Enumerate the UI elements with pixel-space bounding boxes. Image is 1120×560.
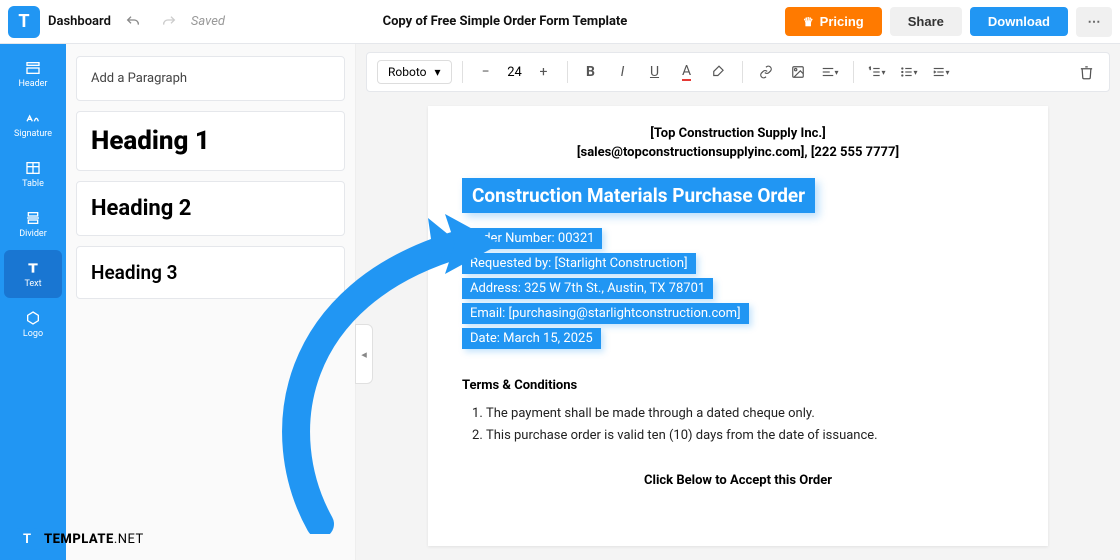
- doc-field: Order Number: 00321: [462, 228, 602, 249]
- svg-text:1: 1: [869, 67, 871, 71]
- logo-icon: [24, 309, 42, 327]
- redo-icon[interactable]: [155, 8, 183, 36]
- doc-contact: [sales@topconstructionsupplyinc.com], [2…: [462, 145, 1014, 160]
- more-button[interactable]: ⋯: [1076, 7, 1112, 37]
- highlight-button[interactable]: [706, 59, 732, 85]
- chevron-down-icon: ▾: [434, 65, 440, 79]
- doc-field: Address: 325 W 7th St., Austin, TX 78701: [462, 278, 713, 299]
- ordered-list-button[interactable]: 1▾: [864, 59, 890, 85]
- more-icon: ⋯: [1088, 14, 1101, 30]
- terms-list: The payment shall be made through a date…: [462, 403, 1014, 447]
- add-paragraph-button[interactable]: Add a Paragraph: [76, 56, 345, 101]
- align-button[interactable]: ▾: [817, 59, 843, 85]
- document-canvas[interactable]: [Top Construction Supply Inc.] [sales@to…: [428, 106, 1048, 546]
- font-size[interactable]: 24: [505, 65, 525, 80]
- sidebar-item-header[interactable]: Header: [4, 50, 62, 98]
- separator: [462, 61, 463, 83]
- sidebar-item-logo[interactable]: Logo: [4, 300, 62, 348]
- decrease-font-button[interactable]: −: [473, 59, 499, 85]
- crown-icon: ♛: [803, 15, 814, 29]
- link-button[interactable]: [753, 59, 779, 85]
- sidebar-label: Text: [24, 279, 41, 289]
- text-color-button[interactable]: A: [674, 59, 700, 85]
- doc-title-highlight: Construction Materials Purchase Order: [462, 178, 815, 213]
- accept-text: Click Below to Accept this Order: [462, 473, 1014, 488]
- sidebar-label: Divider: [19, 229, 47, 239]
- share-button[interactable]: Share: [890, 7, 962, 36]
- app-logo[interactable]: T: [8, 6, 40, 38]
- sidebar-item-signature[interactable]: Signature: [4, 100, 62, 148]
- image-button[interactable]: [785, 59, 811, 85]
- sidebar: Header Signature Table Divider Text Logo: [0, 44, 66, 560]
- download-button[interactable]: Download: [970, 7, 1068, 36]
- increase-font-button[interactable]: +: [531, 59, 557, 85]
- term-item: This purchase order is valid ten (10) da…: [486, 425, 1014, 447]
- chevron-left-icon: ◂: [361, 348, 367, 361]
- doc-fields-block: Order Number: 00321 Requested by: [Starl…: [462, 227, 1014, 352]
- document-title: Copy of Free Simple Order Form Template: [233, 14, 777, 29]
- sidebar-item-table[interactable]: Table: [4, 150, 62, 198]
- table-icon: [24, 159, 42, 177]
- undo-icon[interactable]: [119, 8, 147, 36]
- signature-icon: [24, 109, 42, 127]
- collapse-panel-button[interactable]: ◂: [355, 324, 373, 384]
- heading-1-button[interactable]: Heading 1: [76, 111, 345, 171]
- font-family-select[interactable]: Roboto ▾: [377, 60, 452, 84]
- separator: [567, 61, 568, 83]
- term-item: The payment shall be made through a date…: [486, 403, 1014, 425]
- dashboard-link[interactable]: Dashboard: [48, 14, 111, 29]
- font-name: Roboto: [388, 65, 426, 79]
- topbar: T Dashboard Saved Copy of Free Simple Or…: [0, 0, 1120, 44]
- underline-button[interactable]: U: [642, 59, 668, 85]
- heading-2-button[interactable]: Heading 2: [76, 181, 345, 236]
- doc-field: Email: [purchasing@starlightconstruction…: [462, 303, 749, 324]
- separator: [853, 61, 854, 83]
- sidebar-label: Header: [19, 79, 48, 89]
- terms-heading: Terms & Conditions: [462, 378, 1014, 393]
- pricing-label: Pricing: [820, 14, 864, 29]
- separator: [742, 61, 743, 83]
- header-icon: [24, 59, 42, 77]
- footer-brand: T TEMPLATE.NET: [16, 528, 144, 550]
- saved-status: Saved: [191, 14, 225, 29]
- sidebar-item-divider[interactable]: Divider: [4, 200, 62, 248]
- divider-icon: [24, 209, 42, 227]
- format-toolbar: Roboto ▾ − 24 + B I U A ▾ 1▾ ▾ ▾: [366, 52, 1110, 92]
- left-panel: Add a Paragraph Heading 1 Heading 2 Head…: [66, 44, 356, 560]
- footer-brand-text: TEMPLATE.NET: [44, 532, 144, 547]
- pricing-button[interactable]: ♛ Pricing: [785, 7, 882, 36]
- sidebar-item-text[interactable]: Text: [4, 250, 62, 298]
- delete-button[interactable]: [1073, 59, 1099, 85]
- canvas-area: ◂ Roboto ▾ − 24 + B I U A ▾ 1▾ ▾ ▾: [356, 44, 1120, 560]
- sidebar-label: Signature: [14, 129, 52, 139]
- main: Header Signature Table Divider Text Logo…: [0, 44, 1120, 560]
- doc-field: Date: March 15, 2025: [462, 328, 601, 349]
- bullet-list-button[interactable]: ▾: [896, 59, 922, 85]
- text-icon: [24, 259, 42, 277]
- doc-company: [Top Construction Supply Inc.]: [462, 126, 1014, 141]
- bold-button[interactable]: B: [578, 59, 604, 85]
- heading-3-button[interactable]: Heading 3: [76, 246, 345, 299]
- doc-field: Requested by: [Starlight Construction]: [462, 253, 696, 274]
- sidebar-label: Table: [22, 179, 44, 189]
- indent-button[interactable]: ▾: [928, 59, 954, 85]
- sidebar-label: Logo: [23, 329, 43, 339]
- italic-button[interactable]: I: [610, 59, 636, 85]
- footer-logo-icon: T: [16, 528, 38, 550]
